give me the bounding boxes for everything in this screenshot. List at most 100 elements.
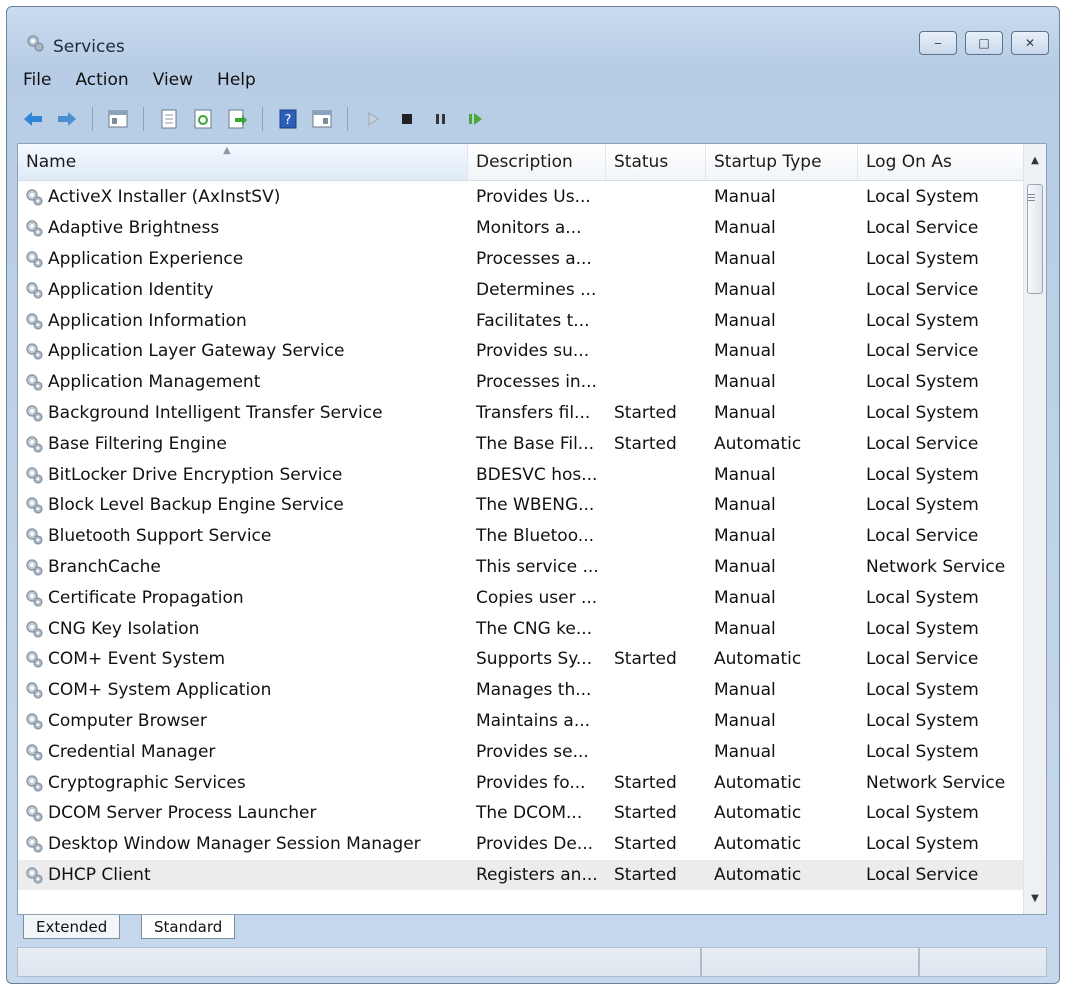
table-row[interactable]: DCOM Server Process Launcher The DCOM... S…: [18, 798, 1026, 829]
close-button[interactable]: ✕: [1011, 31, 1049, 55]
service-gear-icon: [26, 312, 43, 330]
service-description: Registers an...: [476, 864, 598, 885]
table-row[interactable]: Computer Browser Maintains a... Manual Loca…: [18, 706, 1026, 737]
service-status: Started: [614, 834, 677, 855]
menu-help[interactable]: Help: [217, 70, 256, 90]
service-description: Processes in...: [476, 372, 597, 393]
table-row[interactable]: Bluetooth Support Service The Bluetoo... M…: [18, 521, 1026, 552]
pause-service-button[interactable]: [429, 107, 453, 131]
table-row[interactable]: CNG Key Isolation The CNG ke... Manual Loca…: [18, 613, 1026, 644]
service-description: Provides De...: [476, 834, 594, 855]
name-cell: DHCP Client: [18, 865, 468, 885]
service-log-on-as: Local System: [866, 495, 979, 516]
service-log-on-as: Local Service: [866, 864, 979, 885]
scrollbar-thumb[interactable]: [1027, 184, 1043, 294]
service-name: Certificate Propagation: [48, 587, 244, 608]
tab-standard[interactable]: Standard: [141, 915, 236, 939]
service-description: The WBENG...: [476, 495, 595, 516]
export-list-button[interactable]: [225, 107, 249, 131]
table-row[interactable]: BitLocker Drive Encryption Service BDESVC…: [18, 459, 1026, 490]
export-list-icon: [228, 109, 247, 129]
service-log-on-as: Network Service: [866, 556, 1006, 577]
table-row[interactable]: COM+ Event System Supports Sy... Started Au…: [18, 644, 1026, 675]
minimize-button[interactable]: ‒: [919, 31, 957, 55]
service-gear-icon: [26, 466, 43, 484]
service-startup-type: Manual: [714, 464, 776, 485]
restart-service-button[interactable]: [463, 107, 487, 131]
service-description: Provides Us...: [476, 187, 591, 208]
help-button[interactable]: ?: [276, 107, 300, 131]
table-row[interactable]: ActiveX Installer (AxInstSV) Provides Us.…: [18, 182, 1026, 213]
table-row[interactable]: Application Experience Processes a... Manu…: [18, 244, 1026, 275]
table-row[interactable]: Cryptographic Services Provides fo... Star…: [18, 767, 1026, 798]
service-gear-icon: [26, 436, 43, 453]
table-row[interactable]: BranchCache This service ... Manual Network…: [18, 552, 1026, 583]
scroll-up-icon[interactable]: ▲: [1024, 150, 1046, 172]
service-startup-type: Manual: [714, 710, 776, 731]
back-button[interactable]: [21, 107, 45, 131]
start-service-button[interactable]: [361, 107, 385, 131]
name-cell: Computer Browser: [18, 711, 468, 731]
service-log-on-as: Local Service: [866, 649, 979, 670]
service-name: DCOM Server Process Launcher: [48, 803, 317, 824]
service-description: Monitors a...: [476, 218, 582, 239]
column-header-log-on-as[interactable]: Log On As: [858, 144, 1026, 180]
service-log-on-as: Local Service: [866, 526, 979, 547]
table-row[interactable]: Application Information Facilitates t... M…: [18, 305, 1026, 336]
service-log-on-as: Local Service: [866, 279, 979, 300]
table-row[interactable]: Base Filtering Engine The Base Fil... Star…: [18, 428, 1026, 459]
table-row[interactable]: Application Management Processes in... Man…: [18, 367, 1026, 398]
service-startup-type: Manual: [714, 495, 776, 516]
tab-extended[interactable]: Extended: [23, 915, 121, 939]
table-row[interactable]: COM+ System Application Manages th... Manu…: [18, 675, 1026, 706]
forward-arrow-icon: [58, 112, 76, 126]
table-row[interactable]: Certificate Propagation Copies user ... Ma…: [18, 582, 1026, 613]
stop-service-button[interactable]: [395, 107, 419, 131]
menu-action[interactable]: Action: [75, 70, 128, 90]
table-row[interactable]: Credential Manager Provides se... Manual Lo…: [18, 736, 1026, 767]
name-cell: CNG Key Isolation: [18, 619, 468, 639]
column-header-description[interactable]: Description: [468, 144, 606, 180]
service-startup-type: Automatic: [714, 433, 802, 454]
vertical-scrollbar[interactable]: ▲ ▼: [1023, 144, 1046, 914]
column-header-startup-type[interactable]: Startup Type: [706, 144, 858, 180]
properties-button[interactable]: [157, 107, 181, 131]
service-gear-icon: [26, 590, 43, 607]
service-name: CNG Key Isolation: [48, 618, 200, 639]
service-log-on-as: Local System: [866, 464, 979, 485]
maximize-icon: □: [978, 36, 990, 50]
table-row[interactable]: Application Identity Determines ... Manual…: [18, 274, 1026, 305]
service-gear-icon: [26, 867, 43, 884]
show-console-tree-button[interactable]: [106, 107, 130, 131]
window-title: Services: [53, 37, 125, 57]
table-row[interactable]: Block Level Backup Engine Service The WBE…: [18, 490, 1026, 521]
show-action-pane-button[interactable]: [310, 107, 334, 131]
service-gear-icon: [26, 220, 43, 237]
forward-button[interactable]: [55, 107, 79, 131]
service-name: BranchCache: [48, 556, 161, 577]
column-header-status[interactable]: Status: [606, 144, 706, 180]
service-gear-icon: [26, 559, 43, 576]
refresh-button[interactable]: [191, 107, 215, 131]
service-log-on-as: Local System: [866, 587, 979, 608]
service-gear-icon: [26, 405, 43, 422]
menu-view[interactable]: View: [153, 70, 193, 90]
column-header-name[interactable]: ▲ Name: [18, 144, 468, 180]
table-row[interactable]: DHCP Client Registers an... Started Automat…: [18, 859, 1026, 891]
maximize-button[interactable]: □: [965, 31, 1003, 55]
service-startup-type: Manual: [714, 618, 776, 639]
title-bar[interactable]: Services ‒ □ ✕: [7, 7, 1059, 63]
svg-text:?: ?: [285, 113, 292, 128]
table-row[interactable]: Adaptive Brightness Monitors a... Manual Lo…: [18, 213, 1026, 244]
service-description: Manages th...: [476, 680, 592, 701]
table-row[interactable]: Application Layer Gateway Service Provide…: [18, 336, 1026, 367]
table-row[interactable]: Background Intelligent Transfer Service T…: [18, 398, 1026, 429]
service-name: Bluetooth Support Service: [48, 526, 272, 547]
pause-service-icon: [436, 114, 445, 124]
service-startup-type: Manual: [714, 372, 776, 393]
name-cell: Bluetooth Support Service: [18, 526, 468, 546]
name-cell: BitLocker Drive Encryption Service: [18, 465, 468, 485]
table-row[interactable]: Desktop Window Manager Session Manager Pr…: [18, 829, 1026, 860]
menu-file[interactable]: File: [23, 70, 51, 90]
scroll-down-icon[interactable]: ▼: [1024, 888, 1046, 910]
